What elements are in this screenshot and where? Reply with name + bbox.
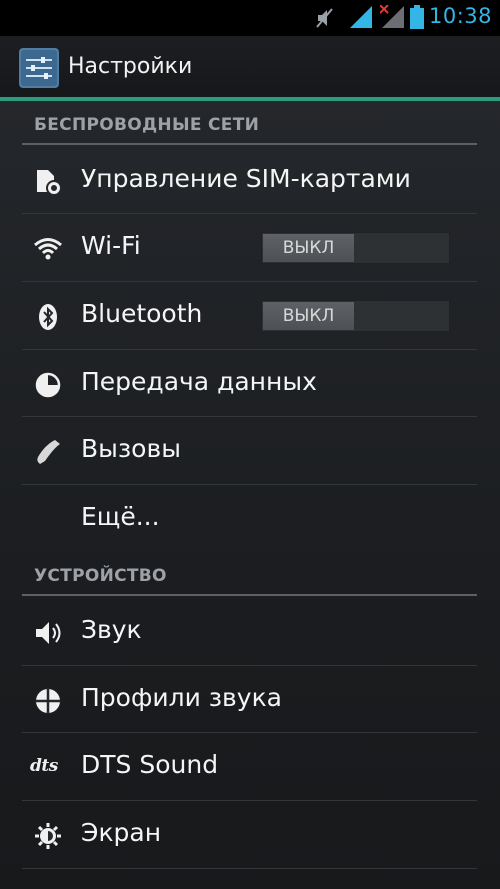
settings-item-bluetooth[interactable]: Bluetooth ВЫКЛ [0, 282, 500, 348]
settings-item-label: Управление SIM-картами [81, 164, 411, 193]
settings-item-display[interactable]: Экран [0, 801, 500, 867]
wifi-toggle[interactable]: ВЫКЛ [261, 232, 450, 264]
settings-item-wifi[interactable]: Wi-Fi ВЫКЛ [0, 214, 500, 280]
settings-item-data-usage[interactable]: Передача данных [0, 350, 500, 416]
settings-item-calls[interactable]: Вызовы [0, 417, 500, 483]
audio-profiles-icon [35, 688, 61, 714]
status-bar: 10:38 [0, 0, 500, 36]
settings-item-label: Профили звука [81, 683, 283, 712]
settings-item-audio-profiles[interactable]: Профили звука [0, 666, 500, 732]
settings-item-dts-sound[interactable]: dts DTS Sound [0, 733, 500, 799]
phone-icon [37, 440, 60, 464]
settings-app-icon[interactable] [19, 48, 59, 88]
wifi-icon [34, 238, 62, 260]
clock: 10:38 [428, 4, 492, 28]
settings-item-sim[interactable]: Управление SIM-картами [0, 147, 500, 213]
settings-item-label: Ещё... [81, 502, 160, 531]
battery-icon [410, 5, 424, 29]
toggle-state: ВЫКЛ [263, 234, 354, 262]
settings-item-label: DTS Sound [81, 750, 219, 779]
settings-list[interactable]: БЕСПРОВОДНЫЕ СЕТИ Управление SIM-картами… [0, 101, 500, 889]
settings-item-label: Вызовы [81, 434, 181, 463]
speaker-icon [36, 622, 61, 644]
settings-item-more[interactable]: Ещё... [0, 485, 500, 551]
signal-icon [350, 6, 372, 28]
section-rule [22, 143, 477, 145]
data-usage-icon [35, 372, 61, 398]
settings-item-label: Передача данных [81, 367, 317, 396]
toggle-state: ВЫКЛ [263, 302, 354, 330]
brightness-icon [35, 823, 61, 849]
mute-icon [316, 8, 333, 28]
section-header-wireless: БЕСПРОВОДНЫЕ СЕТИ [34, 115, 260, 135]
settings-item-label: Wi-Fi [81, 231, 141, 260]
section-header-device: УСТРОЙСТВО [34, 566, 167, 586]
sim-icon [37, 170, 62, 196]
settings-item-label: Экран [81, 818, 162, 847]
section-rule [22, 594, 477, 596]
bluetooth-toggle[interactable]: ВЫКЛ [261, 300, 450, 332]
no-signal-icon [380, 5, 404, 28]
page-title: Настройки [68, 54, 193, 79]
settings-item-label: Звук [81, 615, 142, 644]
dts-icon: dts [30, 756, 58, 776]
action-bar: Настройки [0, 36, 500, 98]
divider [22, 868, 477, 869]
bluetooth-icon [39, 304, 57, 330]
settings-item-sound[interactable]: Звук [0, 598, 500, 664]
settings-item-label: Bluetooth [81, 299, 203, 328]
